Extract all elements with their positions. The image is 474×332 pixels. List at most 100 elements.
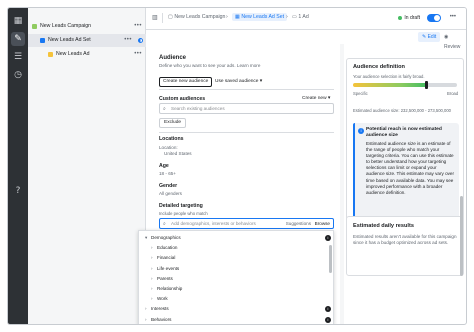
chevron-right-icon: ›	[226, 14, 228, 20]
top-bar: ▥ ▢ New Leads Campaign › ▦ New Leads Ad …	[146, 8, 466, 30]
dropdown-item-label: Education	[157, 245, 178, 251]
daily-results-title: Estimated daily results	[353, 223, 414, 229]
chevron-right-icon[interactable]: ›	[151, 264, 153, 274]
tree-ad-label: New Leads Ad	[56, 51, 90, 57]
dropdown-item-label: Life events	[157, 265, 180, 271]
search-icon: ⌕	[163, 221, 166, 227]
dropdown-item-label: Relationship	[157, 286, 183, 291]
divider	[162, 13, 163, 23]
custom-audience-search[interactable]: ⌕ Search existing audiences	[159, 103, 334, 114]
chevron-right-icon[interactable]: ›	[151, 253, 153, 263]
chevron-right-icon[interactable]: ›	[151, 274, 153, 284]
draft-status: In draft	[398, 15, 420, 21]
chevron-right-icon[interactable]: ›	[145, 304, 147, 314]
info-icon[interactable]: i	[325, 235, 331, 241]
meter-pin	[424, 81, 428, 89]
dropdown-item-label: Demographics	[151, 235, 181, 240]
crumb-adset[interactable]: ▦ New Leads Ad Set	[232, 13, 288, 21]
locations-label: Locations	[159, 136, 184, 142]
gender-label: Gender	[159, 183, 178, 189]
main-scroll-track	[340, 44, 344, 324]
detailed-targeting-label: Detailed targeting	[159, 203, 203, 209]
tab-use-saved-audience[interactable]: Use saved audience ▾	[212, 77, 265, 87]
dropdown-item-life-events[interactable]: › Life events	[139, 264, 333, 274]
dropdown-item-financial[interactable]: › Financial	[139, 253, 333, 263]
dropdown-item-education[interactable]: › Education	[139, 243, 333, 253]
create-new-dropdown[interactable]: Create new ▾	[302, 96, 330, 101]
custom-audiences-label: Custom audiences	[159, 96, 206, 102]
estimated-audience-size: Estimated audience size: 232,500,000 - 2…	[353, 108, 452, 113]
more-options-icon[interactable]: •••	[134, 48, 142, 61]
dropdown-item-demographics[interactable]: ▾ Demographics i	[139, 233, 333, 243]
edit-button[interactable]: ✎ Edit	[418, 32, 441, 42]
tree-item-adset[interactable]: New Leads Ad Set •••	[28, 34, 146, 47]
grid-icon[interactable]: ▦	[11, 14, 25, 28]
crumb-campaign[interactable]: ▢ New Leads Campaign	[168, 14, 225, 20]
crumb-campaign-label: New Leads Campaign	[174, 14, 226, 20]
adset-toggle[interactable]	[427, 14, 441, 22]
dropdown-item-work[interactable]: › Work	[139, 294, 333, 304]
page-scrollbar[interactable]	[460, 196, 463, 276]
history-icon[interactable]: ◷	[11, 68, 25, 82]
info-icon[interactable]: i	[325, 306, 331, 313]
chevron-right-icon[interactable]: ›	[145, 315, 147, 324]
review-button[interactable]: ◉ Review	[444, 32, 466, 50]
review-label: Review	[444, 44, 461, 50]
dropdown-item-label: Work	[157, 296, 168, 302]
draft-status-label: In draft	[404, 15, 420, 21]
chevron-right-icon[interactable]: ›	[151, 284, 153, 294]
chevron-right-icon: ›	[286, 14, 288, 20]
include-label: Include people who match	[159, 211, 208, 216]
audience-definition-desc: Your audience selection is fairly broad.	[353, 74, 425, 79]
more-options-icon[interactable]: •••	[124, 34, 132, 47]
gender-value[interactable]: All genders	[159, 191, 182, 196]
edit-label: Edit	[427, 34, 437, 40]
crumb-adset-label: New Leads Ad Set	[241, 14, 285, 20]
ad-icon	[48, 52, 53, 57]
status-half-icon	[138, 38, 143, 43]
dropdown-scrollbar[interactable]	[329, 245, 332, 273]
adset-grid-icon	[40, 38, 45, 43]
dropdown-item-interests[interactable]: › Interests i	[139, 304, 333, 314]
more-options-icon[interactable]: •••	[450, 14, 456, 20]
dropdown-item-label: Interests	[151, 306, 169, 312]
note-title: Potential reach is now estimated audienc…	[366, 127, 442, 138]
chevron-right-icon[interactable]: ›	[151, 243, 153, 253]
more-options-icon[interactable]: •••	[134, 20, 142, 33]
suggestions-link[interactable]: Suggestions	[286, 221, 311, 226]
tree-adset-label: New Leads Ad Set	[48, 37, 91, 43]
dropdown-item-relationship[interactable]: › Relationship	[139, 284, 333, 294]
crumb-ad[interactable]: ▭ 1 Ad	[292, 14, 309, 20]
panel-toggle-icon[interactable]: ▥	[152, 14, 158, 21]
chevron-right-icon[interactable]: ›	[151, 294, 153, 304]
info-icon[interactable]: i	[325, 316, 331, 323]
age-value[interactable]: 18 - 65+	[159, 171, 176, 176]
dropdown-item-label: Parents	[157, 275, 173, 281]
custom-audience-placeholder: Search existing audiences	[171, 106, 225, 111]
age-label: Age	[159, 163, 169, 169]
detailed-targeting-search[interactable]: ⌕ Add demographics, interests or behavio…	[159, 218, 334, 229]
help-icon[interactable]: ?	[11, 184, 25, 198]
tree-item-campaign[interactable]: New Leads Campaign •••	[28, 20, 146, 33]
crumb-ad-label: 1 Ad	[298, 14, 309, 20]
location-sub: Location:	[159, 145, 178, 150]
tab-create-new-audience[interactable]: Create new audience	[159, 77, 213, 87]
audience-title: Audience	[159, 55, 187, 61]
meter-broad-label: Broad	[447, 91, 459, 96]
edit-pencil-icon[interactable]: ✎	[11, 32, 25, 46]
location-value[interactable]: United States	[164, 151, 192, 156]
divider	[159, 132, 334, 133]
divider	[159, 89, 334, 90]
browse-link[interactable]: Browse	[315, 221, 330, 226]
dropdown-item-behaviors[interactable]: › Behaviors i	[139, 315, 333, 324]
daily-results-body: Estimated results aren't available for t…	[353, 234, 457, 245]
chevron-down-icon[interactable]: ▾	[145, 233, 147, 243]
dropdown-item-label: Behaviors	[151, 316, 172, 322]
audience-definition-title: Audience definition	[353, 64, 405, 70]
browse-dropdown: ▾ Demographics i › Education › Financial › Life …	[138, 230, 334, 324]
tree-item-ad[interactable]: New Leads Ad •••	[28, 48, 146, 61]
dropdown-item-parents[interactable]: › Parents	[139, 274, 333, 284]
audience-breadth-meter	[353, 83, 457, 87]
review-icon[interactable]: ☰	[11, 50, 25, 64]
exclude-button[interactable]: Exclude	[159, 118, 187, 128]
